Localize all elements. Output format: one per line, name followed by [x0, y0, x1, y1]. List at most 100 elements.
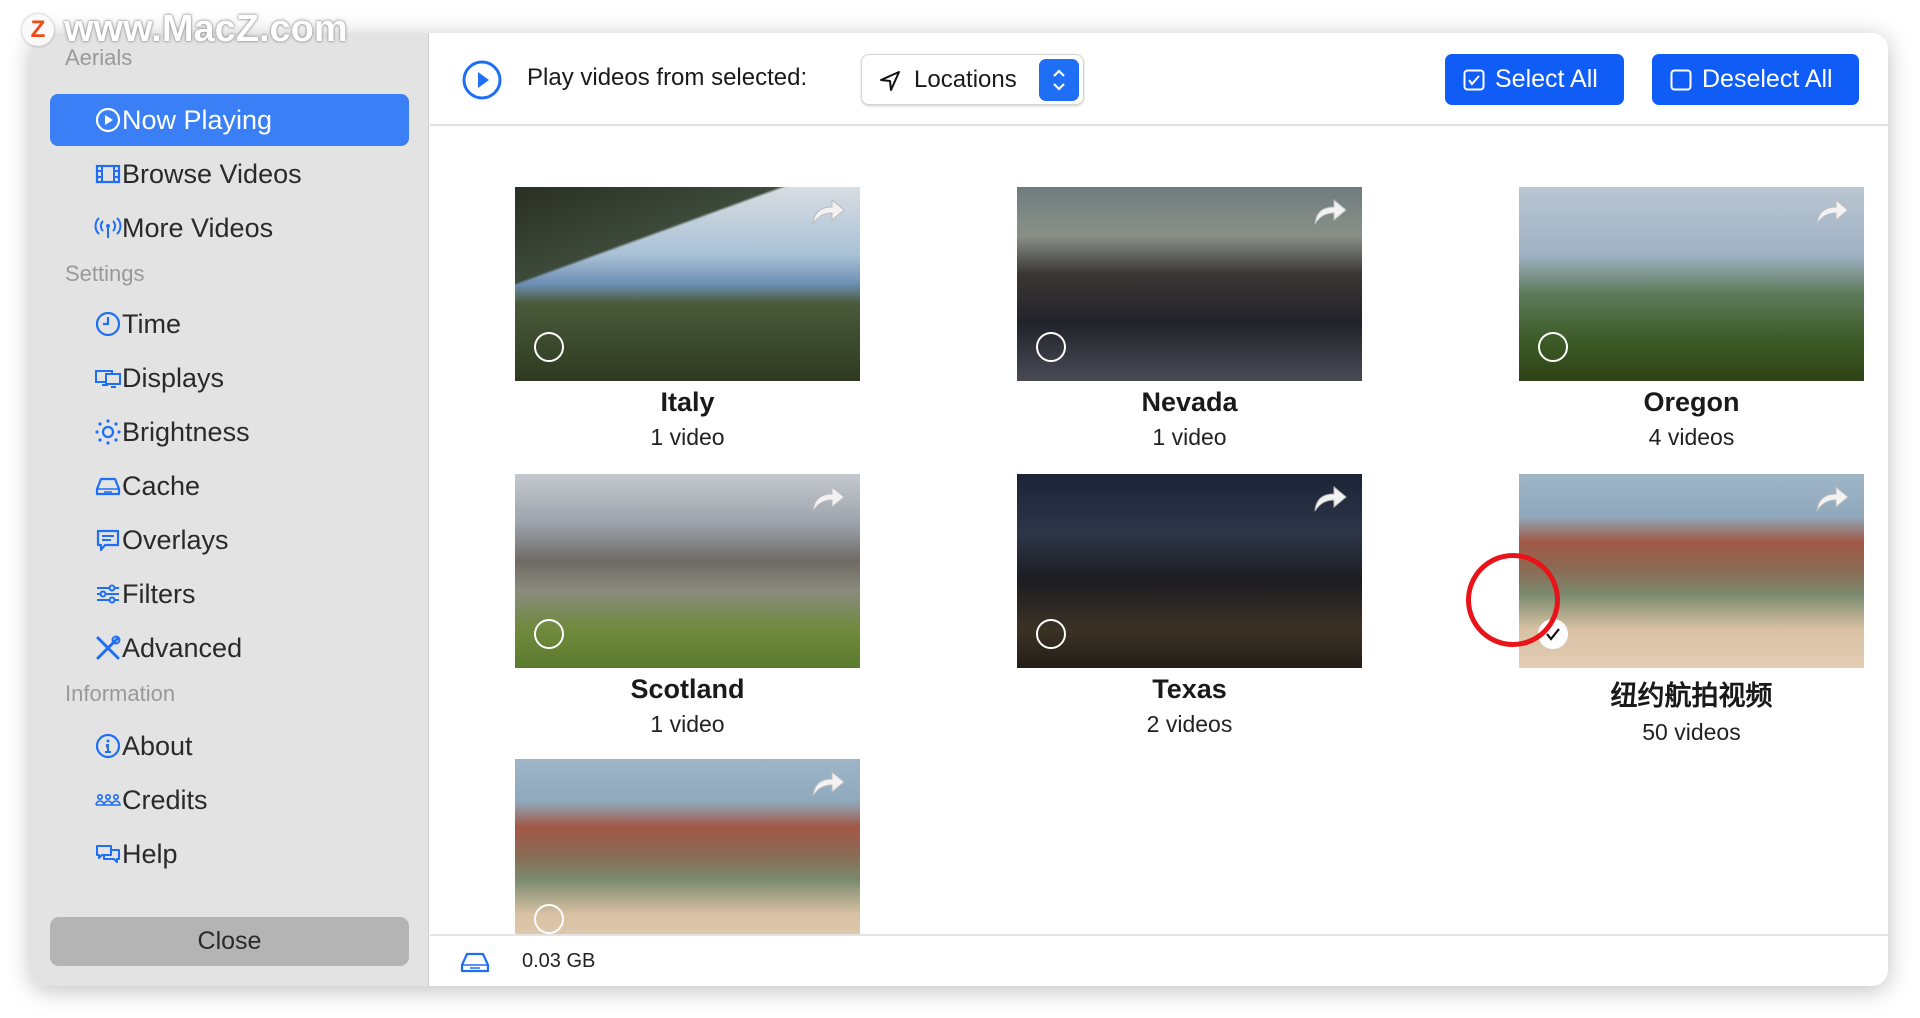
film-icon [95, 164, 121, 184]
play-circle-icon[interactable] [461, 59, 503, 101]
location-title: Italy [660, 387, 715, 417]
status-bar: 0.03 GB [430, 934, 1888, 986]
sidebar-item-label: About [122, 730, 193, 761]
sun-icon [95, 419, 121, 445]
selection-circle-icon[interactable] [534, 904, 564, 934]
sidebar-item-label: Overlays [122, 524, 229, 555]
selection-circle-icon[interactable] [1036, 332, 1066, 362]
sidebar-item-displays[interactable]: Displays [50, 352, 409, 404]
source-popup[interactable]: Locations [861, 54, 1084, 105]
tools-icon [96, 635, 121, 660]
share-arrow-icon[interactable] [810, 197, 846, 227]
sidebar-item-filters[interactable]: Filters [50, 568, 409, 620]
chat-bubbles-icon [96, 845, 120, 863]
video-thumbnail[interactable] [1519, 187, 1864, 381]
deselect-all-label: Deselect All [1702, 65, 1833, 93]
video-thumbnail[interactable] [1017, 187, 1362, 381]
popup-value: Locations [914, 65, 1017, 93]
play-from-label: Play videos from selected: [527, 64, 808, 91]
info-icon [95, 733, 121, 759]
section-settings: Settings [65, 261, 145, 286]
sidebar-item-label: Cache [122, 470, 201, 501]
share-arrow-icon[interactable] [1312, 197, 1348, 227]
drive-icon [460, 952, 490, 973]
displays-icon [95, 370, 121, 388]
watermark: Zwww.MacZ.com [22, 8, 348, 51]
select-all-label: Select All [1495, 65, 1598, 93]
video-thumbnail[interactable] [1519, 474, 1864, 668]
location-title: 纽约航拍视频 [1610, 681, 1773, 711]
sidebar-item-about[interactable]: About [50, 720, 409, 772]
selection-circle-icon[interactable] [534, 619, 564, 649]
location-card[interactable]: Texas 2 videos [1017, 474, 1362, 738]
sidebar-item-browse-videos[interactable]: Browse Videos [50, 148, 409, 200]
sliders-icon [97, 584, 119, 604]
sidebar-item-help[interactable]: Help [50, 828, 409, 880]
sidebar-item-label: Help [122, 838, 178, 869]
sidebar-item-label: More Videos [122, 212, 274, 243]
watermark-text: www.MacZ.com [64, 8, 348, 50]
video-count: 50 videos [1642, 719, 1741, 745]
settings-window: Aerials Now Playing Browse Videos More V… [31, 33, 1888, 986]
location-card[interactable]: 纽约航拍视频 50 videos [1519, 474, 1864, 746]
checkbox-checked-icon [1463, 69, 1485, 90]
share-arrow-icon[interactable] [810, 484, 846, 514]
selection-circle-icon[interactable] [534, 332, 564, 362]
location-card[interactable] [515, 759, 860, 934]
close-button[interactable]: Close [50, 917, 409, 966]
video-thumbnail[interactable] [515, 187, 860, 381]
sidebar-item-credits[interactable]: Credits [50, 774, 409, 826]
play-circle-icon [95, 107, 121, 133]
sidebar-item-overlays[interactable]: Overlays [50, 514, 409, 566]
section-information: Information [65, 681, 176, 706]
sidebar-item-brightness[interactable]: Brightness [50, 406, 409, 458]
video-count: 4 videos [1648, 424, 1735, 450]
location-title: Scotland [630, 674, 745, 704]
video-thumbnail[interactable] [515, 474, 860, 668]
sidebar-item-label: Brightness [122, 416, 250, 447]
antenna-icon [94, 217, 122, 238]
location-title: Nevada [1141, 387, 1238, 417]
share-arrow-icon[interactable] [1312, 484, 1348, 514]
sidebar: Aerials Now Playing Browse Videos More V… [31, 33, 429, 986]
video-count: 1 video [1152, 424, 1227, 450]
deselect-all-button[interactable]: Deselect All [1652, 54, 1859, 105]
people-icon [95, 794, 121, 806]
speech-bubble-icon [96, 529, 120, 552]
watermark-logo: Z [22, 13, 54, 46]
sidebar-item-now-playing[interactable]: Now Playing [50, 94, 409, 146]
video-count: 2 videos [1146, 711, 1233, 737]
stepper-chevrons-icon [1039, 59, 1079, 101]
sidebar-item-advanced[interactable]: Advanced [50, 622, 409, 674]
video-thumbnail[interactable] [515, 759, 860, 934]
sidebar-item-label: Time [122, 308, 181, 339]
location-card[interactable]: Oregon 4 videos [1519, 187, 1864, 451]
sidebar-item-more-videos[interactable]: More Videos [50, 202, 409, 254]
location-card[interactable]: Italy 1 video [515, 187, 860, 451]
location-card[interactable]: Scotland 1 video [515, 474, 860, 738]
sidebar-item-label: Browse Videos [122, 158, 302, 189]
sidebar-item-cache[interactable]: Cache [50, 460, 409, 512]
share-arrow-icon[interactable] [1814, 484, 1850, 514]
location-title: Texas [1152, 674, 1227, 704]
sidebar-item-label: Displays [122, 362, 225, 393]
selection-circle-icon[interactable] [1538, 332, 1568, 362]
location-arrow-icon [880, 71, 900, 91]
share-arrow-icon[interactable] [1814, 197, 1850, 227]
share-arrow-icon[interactable] [810, 769, 846, 799]
clock-icon [95, 311, 121, 337]
sidebar-item-time[interactable]: Time [50, 298, 409, 350]
location-grid: Italy 1 video Nevada 1 video Oregon 4 video… [430, 128, 1888, 934]
location-title: Oregon [1643, 387, 1740, 417]
location-card[interactable]: Nevada 1 video [1017, 187, 1362, 451]
selection-circle-icon[interactable] [1036, 619, 1066, 649]
sidebar-item-label: Filters [122, 578, 196, 609]
video-count: 1 video [650, 711, 725, 737]
sidebar-item-label: Credits [122, 784, 208, 815]
drive-icon [95, 477, 121, 496]
video-count: 1 video [650, 424, 725, 450]
checkbox-empty-icon [1670, 69, 1692, 90]
video-thumbnail[interactable] [1017, 474, 1362, 668]
select-all-button[interactable]: Select All [1445, 54, 1624, 105]
annotation-circle [1466, 553, 1560, 647]
